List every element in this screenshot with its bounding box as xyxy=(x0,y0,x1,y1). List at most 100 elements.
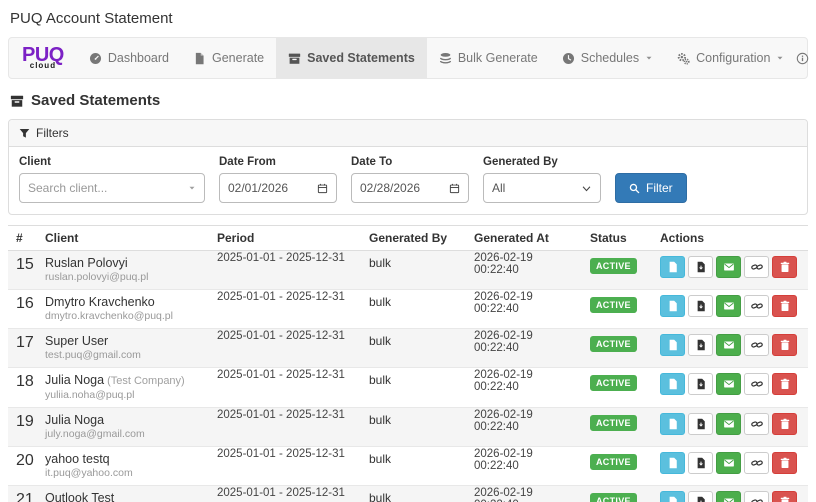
nav-item-schedules[interactable]: Schedules xyxy=(550,38,665,78)
send-email-button[interactable] xyxy=(716,256,741,278)
section-title: Saved Statements xyxy=(10,92,806,109)
chevron-down-icon xyxy=(776,54,784,62)
client-select[interactable]: Search client... xyxy=(19,173,205,203)
filters-body: Client Search client... Date From Date T… xyxy=(9,147,807,214)
col-status: Status xyxy=(582,226,652,251)
copy-link-button[interactable] xyxy=(744,413,769,435)
send-email-button[interactable] xyxy=(716,334,741,356)
view-pdf-button[interactable] xyxy=(660,452,685,474)
export-button[interactable] xyxy=(688,491,713,502)
nav-item-bulk-generate[interactable]: Bulk Generate xyxy=(427,38,550,78)
puq-logo[interactable]: PUQ cloud xyxy=(9,38,77,78)
client-name: Julia Noga xyxy=(45,413,201,427)
archive-icon xyxy=(10,94,24,108)
copy-link-button[interactable] xyxy=(744,491,769,502)
statements-table-body: 15 Ruslan Polovyi ruslan.polovyi@puq.pl … xyxy=(8,251,808,502)
delete-button[interactable] xyxy=(772,295,797,317)
send-email-button[interactable] xyxy=(716,413,741,435)
copy-link-button[interactable] xyxy=(744,256,769,278)
export-button[interactable] xyxy=(688,373,713,395)
nav-label: Bulk Generate xyxy=(458,51,538,65)
link-icon xyxy=(751,300,763,312)
row-id: 16 xyxy=(8,290,37,329)
export-button[interactable] xyxy=(688,334,713,356)
date-to-label: Date To xyxy=(351,156,469,168)
calendar-icon[interactable] xyxy=(317,183,328,194)
view-pdf-button[interactable] xyxy=(660,373,685,395)
file-export-icon xyxy=(695,457,707,469)
table-header: # Client Period Generated By Generated A… xyxy=(8,226,808,251)
search-icon xyxy=(629,183,640,194)
copy-link-button[interactable] xyxy=(744,334,769,356)
generated-by: bulk xyxy=(361,408,466,447)
email-icon xyxy=(723,261,735,273)
copy-link-button[interactable] xyxy=(744,295,769,317)
row-id: 15 xyxy=(8,251,37,290)
delete-button[interactable] xyxy=(772,452,797,474)
email-icon xyxy=(723,378,735,390)
archive-icon xyxy=(288,52,301,65)
generated-by-label: Generated By xyxy=(483,156,601,168)
date-to-input-wrap xyxy=(351,173,469,203)
delete-button[interactable] xyxy=(772,256,797,278)
chevron-down-icon xyxy=(581,183,592,194)
send-email-button[interactable] xyxy=(716,295,741,317)
view-pdf-button[interactable] xyxy=(660,413,685,435)
delete-button[interactable] xyxy=(772,334,797,356)
file-pdf-icon xyxy=(667,378,679,390)
client-filter-field: Client Search client... xyxy=(19,156,205,203)
nav-item-saved-statements[interactable]: Saved Statements xyxy=(276,38,427,78)
chevron-down-icon xyxy=(188,184,196,192)
view-pdf-button[interactable] xyxy=(660,334,685,356)
status-badge: ACTIVE xyxy=(590,454,637,470)
delete-button[interactable] xyxy=(772,491,797,502)
logo-subtext: cloud xyxy=(30,61,56,70)
view-pdf-button[interactable] xyxy=(660,295,685,317)
file-pdf-icon xyxy=(667,457,679,469)
view-pdf-button[interactable] xyxy=(660,491,685,502)
nav-label: Schedules xyxy=(581,51,639,65)
status-badge: ACTIVE xyxy=(590,258,637,274)
date-from-input[interactable] xyxy=(228,181,317,195)
nav-item-generate[interactable]: Generate xyxy=(181,38,276,78)
generated-at: 2026-02-19 00:22:40 xyxy=(466,447,582,486)
nav-item-dashboard[interactable]: Dashboard xyxy=(77,38,181,78)
nav-item-help[interactable]: Help xyxy=(796,51,816,65)
file-export-icon xyxy=(695,261,707,273)
send-email-button[interactable] xyxy=(716,491,741,502)
file-pdf-icon xyxy=(667,300,679,312)
export-button[interactable] xyxy=(688,452,713,474)
period: 2025-01-01 - 2025-12-31 xyxy=(209,368,361,408)
export-button[interactable] xyxy=(688,295,713,317)
copy-link-button[interactable] xyxy=(744,452,769,474)
client-name: Dmytro Kravchenko xyxy=(45,295,201,309)
delete-button[interactable] xyxy=(772,373,797,395)
generated-by-select[interactable]: All xyxy=(483,173,601,203)
row-id: 20 xyxy=(8,447,37,486)
copy-link-button[interactable] xyxy=(744,373,769,395)
export-button[interactable] xyxy=(688,413,713,435)
nav-item-configuration[interactable]: Configuration xyxy=(665,38,796,78)
trash-icon xyxy=(779,339,791,351)
send-email-button[interactable] xyxy=(716,373,741,395)
filters-header[interactable]: Filters xyxy=(9,120,807,147)
link-icon xyxy=(751,496,763,502)
view-pdf-button[interactable] xyxy=(660,256,685,278)
export-button[interactable] xyxy=(688,256,713,278)
generated-by: bulk xyxy=(361,447,466,486)
filter-button[interactable]: Filter xyxy=(615,173,687,203)
link-icon xyxy=(751,378,763,390)
calendar-icon[interactable] xyxy=(449,183,460,194)
clock-icon xyxy=(562,52,575,65)
delete-button[interactable] xyxy=(772,413,797,435)
file-pdf-icon xyxy=(667,418,679,430)
generated-by: bulk xyxy=(361,486,466,502)
generated-by: bulk xyxy=(361,290,466,329)
chevron-down-icon xyxy=(645,54,653,62)
send-email-button[interactable] xyxy=(716,452,741,474)
date-to-input[interactable] xyxy=(360,181,449,195)
table-row: 18 Julia Noga(Test Company) yuliia.noha@… xyxy=(8,368,808,408)
col-generated-at: Generated At xyxy=(466,226,582,251)
client-name: Julia Noga(Test Company) xyxy=(45,373,201,388)
row-actions xyxy=(660,373,800,395)
